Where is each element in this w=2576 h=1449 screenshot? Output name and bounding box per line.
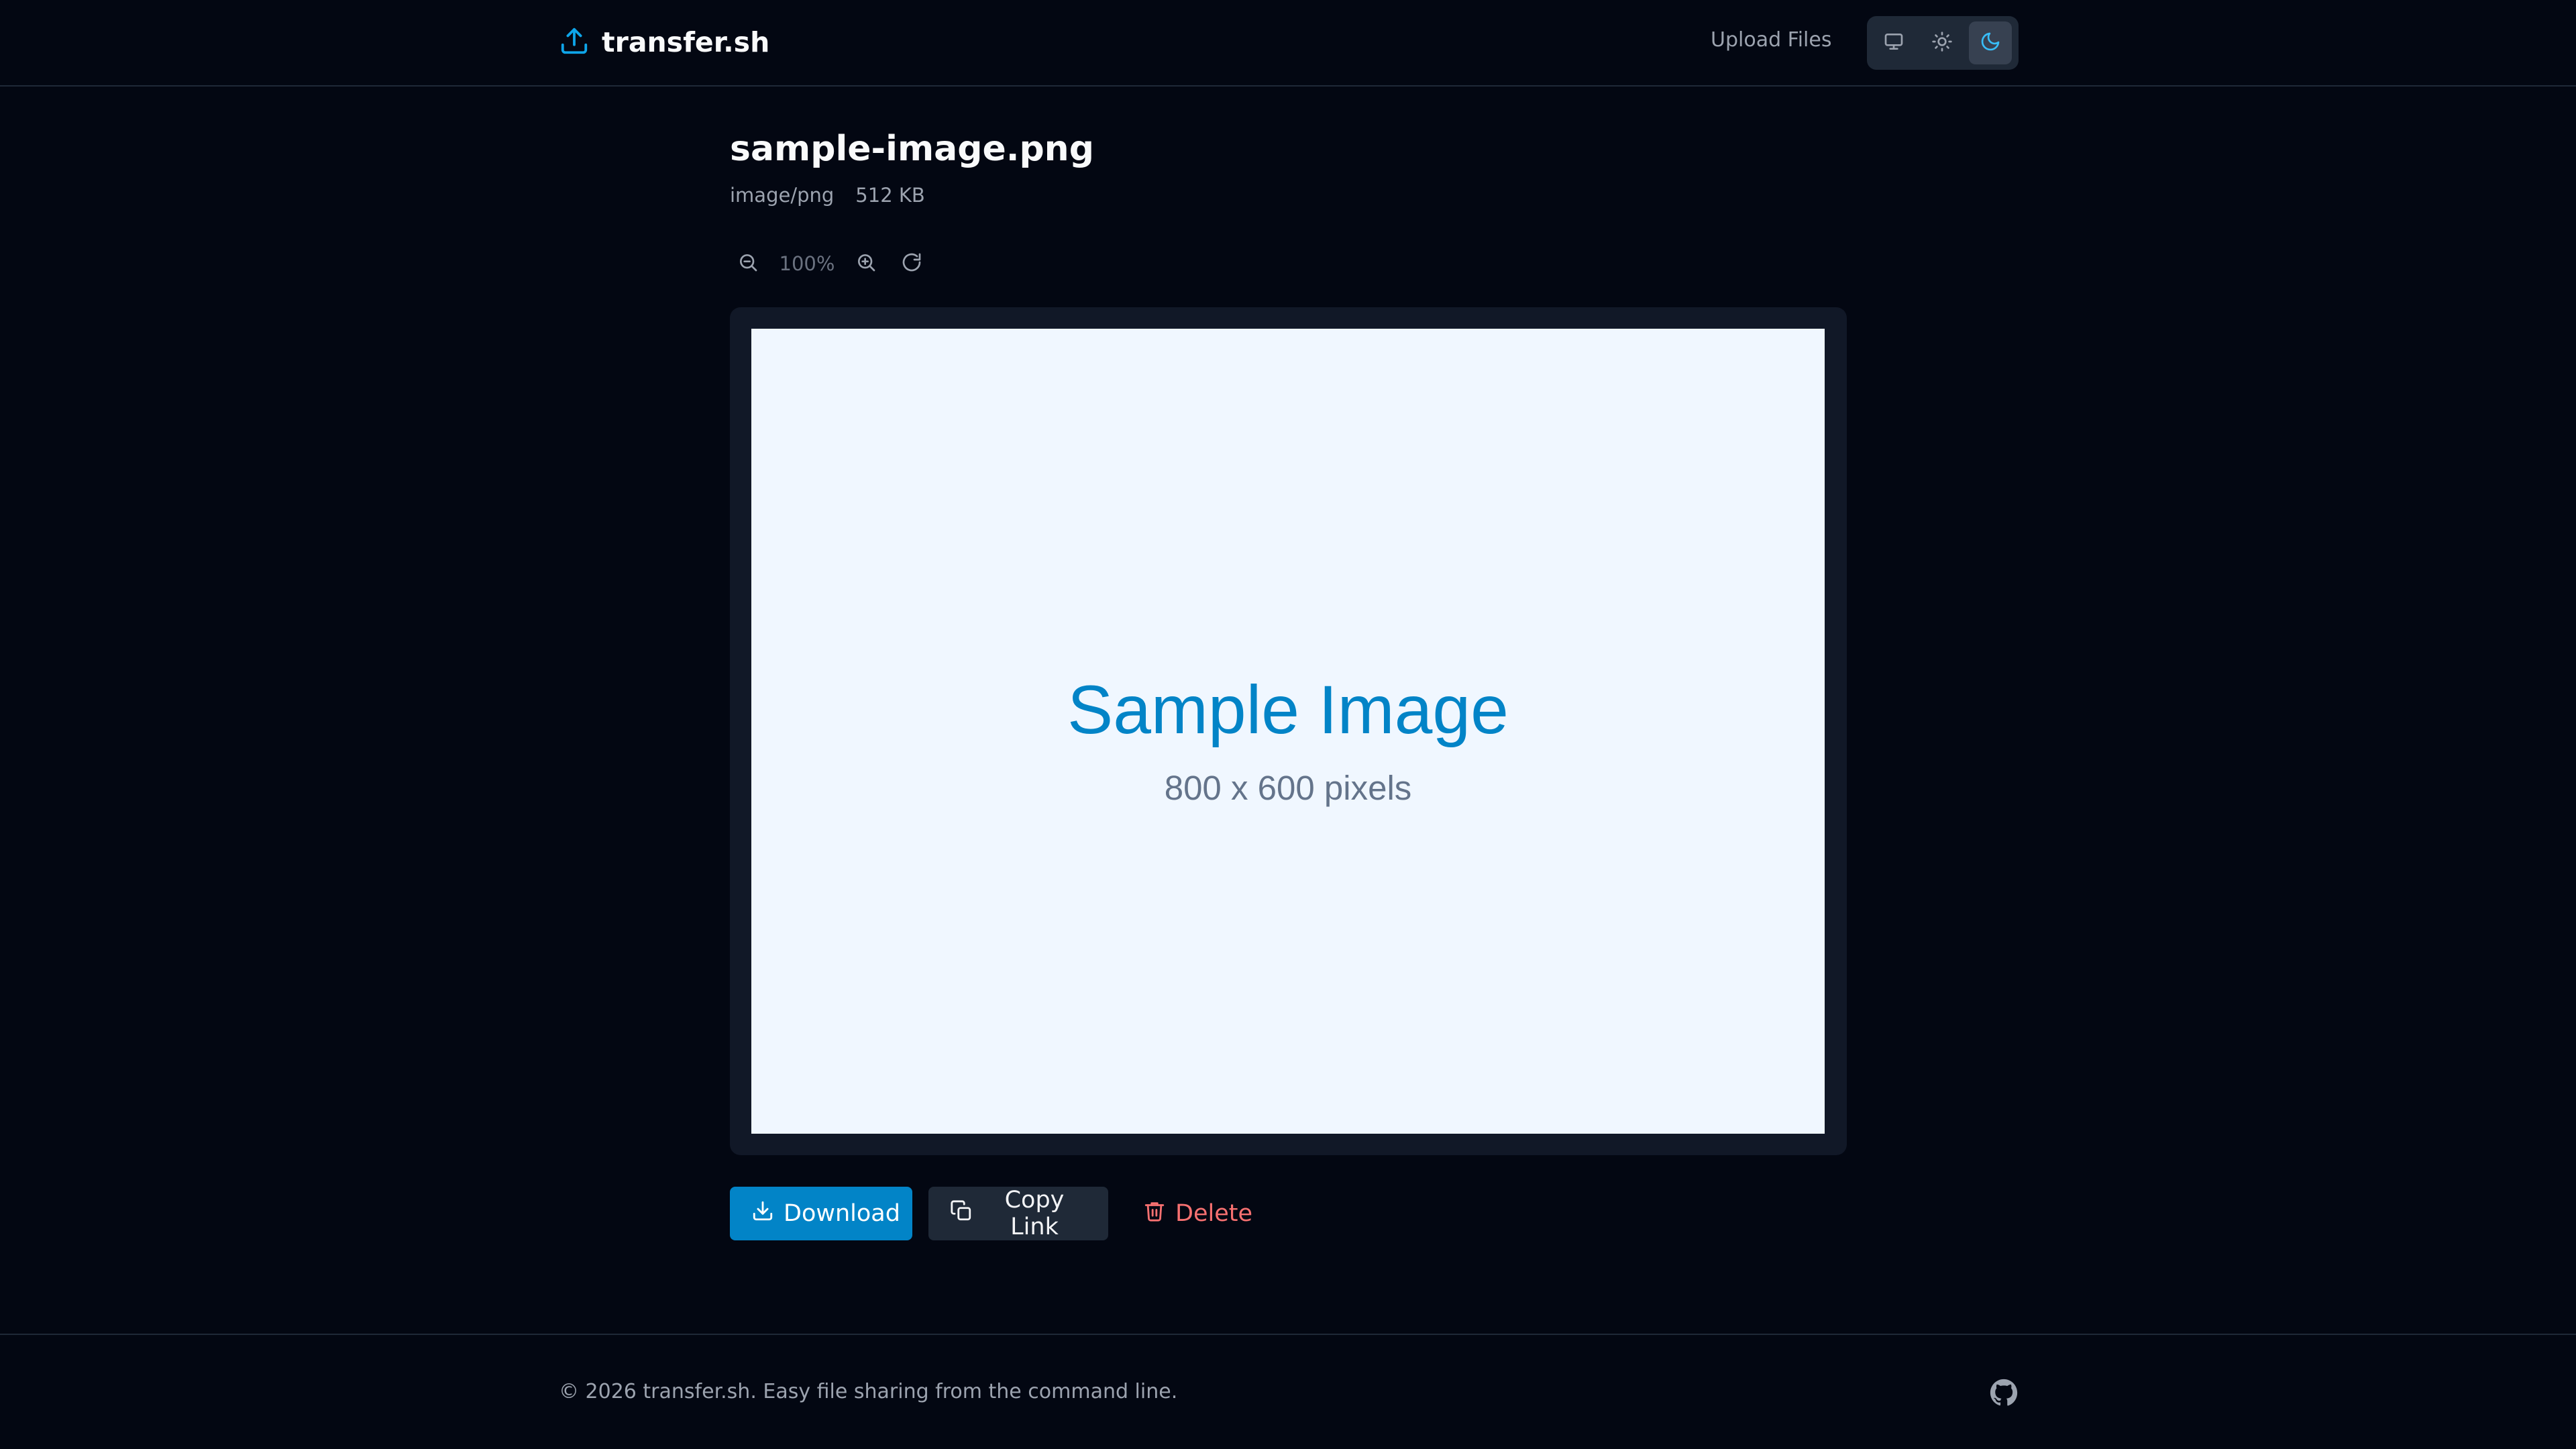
copy-link-label: Copy Link [1004,1187,1065,1240]
file-actions: Download Copy Link Delete [730,1187,1274,1240]
copy-icon [950,1199,973,1228]
file-size: 512 KB [855,184,925,207]
zoom-out-icon [737,252,759,276]
upload-files-link[interactable]: Upload Files [1711,28,1831,52]
theme-system-button[interactable] [1872,21,1915,64]
theme-dark-button[interactable] [1969,21,2012,64]
zoom-level: 100% [779,252,835,275]
footer: © 2026 transfer.sh. Easy file sharing fr… [0,1334,2576,1449]
theme-light-button[interactable] [1921,21,1964,64]
zoom-out-button[interactable] [730,246,766,282]
monitor-icon [1883,31,1904,55]
zoom-toolbar: 100% [730,246,930,282]
copy-link-button[interactable]: Copy Link [928,1187,1108,1240]
theme-switcher [1867,16,2019,70]
sun-icon [1931,31,1953,55]
zoom-in-button[interactable] [848,246,884,282]
file-name: sample-image.png [730,129,1094,169]
image-preview: Sample Image 800 x 600 pixels [751,329,1825,1134]
trash-icon [1143,1199,1166,1228]
image-preview-frame: Sample Image 800 x 600 pixels [730,307,1847,1155]
reset-zoom-button[interactable] [894,246,930,282]
upload-icon [559,25,590,59]
delete-label: Delete [1175,1200,1252,1227]
download-label: Download [784,1200,900,1227]
download-button[interactable]: Download [730,1187,912,1240]
brand-name: transfer.sh [602,26,770,58]
brand-link[interactable]: transfer.sh [559,25,769,59]
rotate-icon [901,252,922,276]
image-title-text: Sample Image [1067,672,1509,748]
moon-icon [1980,31,2001,55]
github-icon [1990,1379,2018,1409]
zoom-in-icon [855,252,877,276]
header: transfer.sh Upload Files [0,0,2576,87]
github-link[interactable] [1990,1379,2018,1407]
delete-button[interactable]: Delete [1124,1187,1274,1240]
download-icon [751,1199,774,1228]
file-type: image/png [730,184,835,207]
image-dimensions-text: 800 x 600 pixels [1164,769,1412,807]
file-meta: image/png 512 KB [730,184,925,207]
footer-text: © 2026 transfer.sh. Easy file sharing fr… [559,1380,1178,1403]
